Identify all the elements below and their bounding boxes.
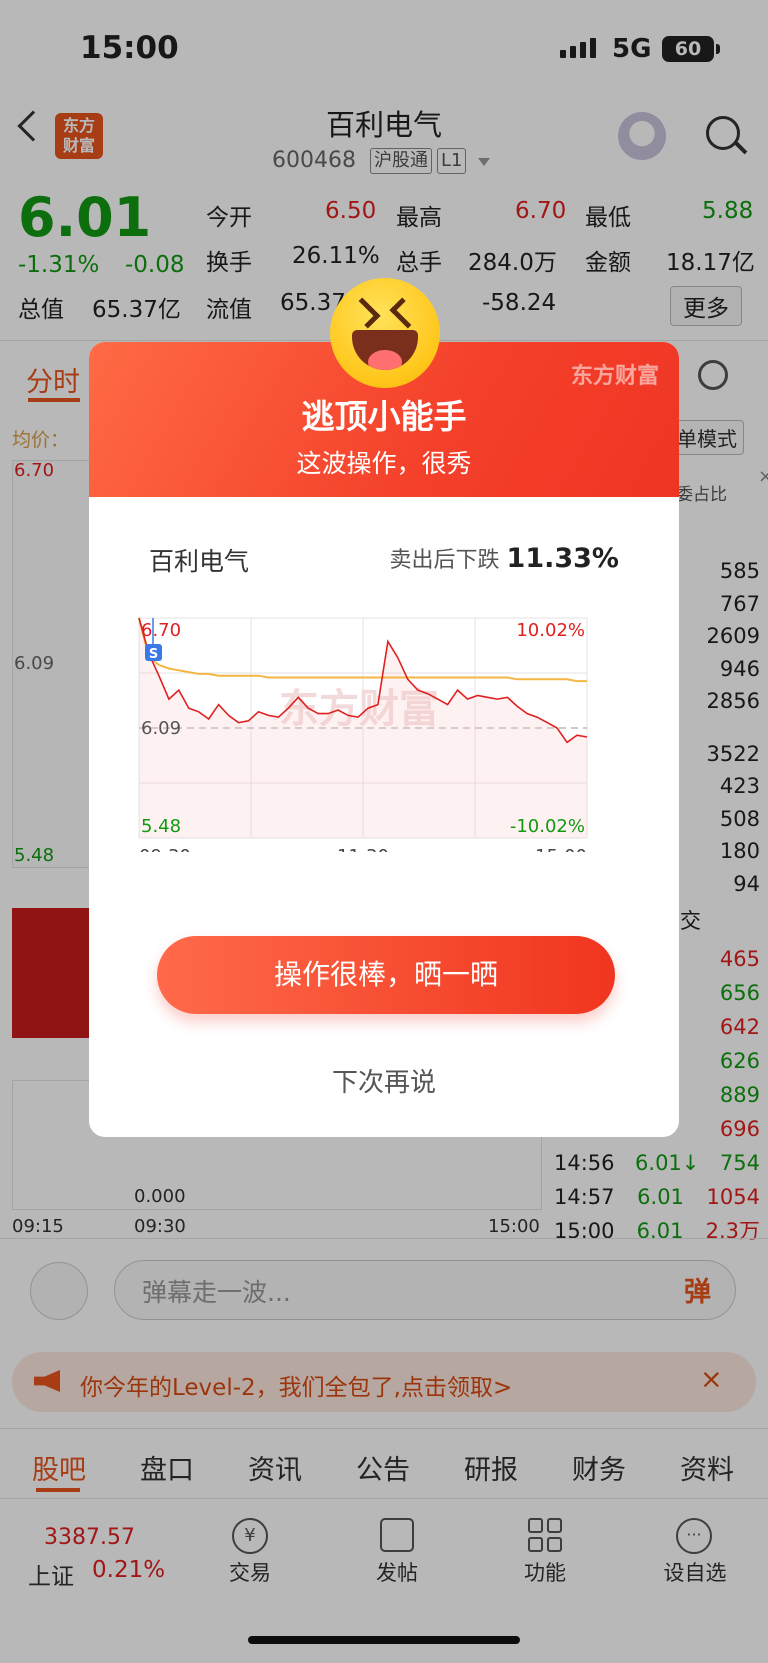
x-tick: 09:30 [139, 846, 191, 852]
popup-title: 逃顶小能手 [301, 397, 467, 436]
drop-value: 11.33% [506, 543, 619, 574]
emoji-eye-right [389, 297, 421, 329]
y-right-tick-bottom: -10.02% [510, 816, 585, 837]
popup-stock-name: 百利电气 [149, 547, 250, 576]
achievement-popup: 东方财富 逃顶小能手 这波操作，很秀 百利电气 卖出后下跌 11.33% 东方财… [89, 342, 679, 1137]
sell-marker-text: S [149, 647, 158, 662]
popup-intraday-chart: 东方财富 6.706.095.4810.02%-10.02%09:3011:30… [138, 617, 588, 852]
drop-label: 卖出后下跌 [389, 548, 500, 573]
y-tick-top: 6.70 [141, 620, 181, 641]
laughing-emoji-icon [330, 278, 440, 388]
popup-subtitle: 这波操作，很秀 [296, 449, 472, 478]
x-tick: 11:30 [337, 846, 389, 852]
popup-brand: 东方财富 [570, 364, 659, 389]
emoji-eye-left [349, 297, 381, 329]
y-tick-bottom: 5.48 [141, 816, 181, 837]
later-button[interactable]: 下次再说 [89, 1062, 679, 1099]
y-right-tick-top: 10.02% [516, 620, 585, 641]
x-tick: 15:00 [535, 846, 587, 852]
popup-drop-info: 卖出后下跌 11.33% [390, 542, 619, 574]
share-button[interactable]: 操作很棒，晒一晒 [157, 936, 615, 1014]
y-tick-mid: 6.09 [141, 718, 181, 739]
emoji-mouth [352, 330, 418, 370]
emoji-tongue [368, 350, 402, 370]
